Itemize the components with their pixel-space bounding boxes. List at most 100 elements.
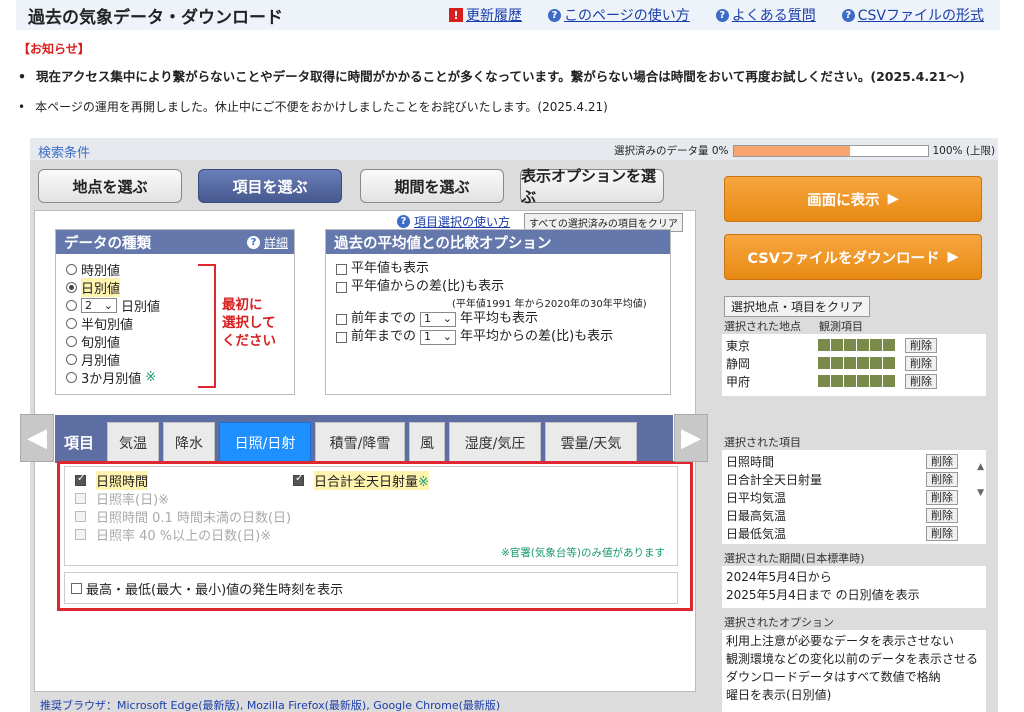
prev-diff-value: 1 xyxy=(424,330,432,343)
search-panel: 検索条件 選択済みのデータ量 0% 100% (上限) 地点を選ぶ 項目を選ぶ … xyxy=(20,138,998,712)
element-icon xyxy=(883,357,895,369)
clear-selection-button[interactable]: 選択地点・項目をクリア xyxy=(724,296,871,317)
element-icon xyxy=(844,375,856,387)
update-history-text[interactable]: 更新履歴 xyxy=(466,5,522,25)
item-usage-link[interactable]: ? 項目選択の使い方 xyxy=(397,213,510,230)
item-sunshine-duration[interactable]: 日照時間 xyxy=(75,470,149,490)
radio-half-decade[interactable] xyxy=(66,317,77,329)
element-icons xyxy=(818,375,895,387)
option-normal-diff[interactable]: 平年値からの差(比)も表示 xyxy=(336,278,647,296)
option-daily-label: 日別値 xyxy=(81,277,121,297)
element-icon xyxy=(883,375,895,387)
scroll-left-arrow[interactable]: ◀ xyxy=(20,414,54,462)
option-hourly[interactable]: 時別値 xyxy=(66,260,160,279)
option-prev-average[interactable]: 前年までの 1 ⌄ 年平均も表示 xyxy=(336,310,647,328)
radio-decade[interactable] xyxy=(66,335,77,347)
delete-button[interactable]: 削除 xyxy=(905,373,937,389)
stations-label: 選択された地点 xyxy=(724,320,801,333)
option-n-daily[interactable]: 2 ⌄ 日別値 xyxy=(66,296,160,315)
selected-item-name: 日最高気温 xyxy=(726,508,787,523)
delete-button[interactable]: 削除 xyxy=(905,355,937,371)
delete-button[interactable]: 削除 xyxy=(926,489,958,505)
checkbox-normal-diff[interactable] xyxy=(336,281,347,293)
option-monthly[interactable]: 月別値 xyxy=(66,350,160,369)
tab-select-period[interactable]: 期間を選ぶ xyxy=(360,169,504,203)
delete-button[interactable]: 削除 xyxy=(926,453,958,469)
data-amount: 選択済みのデータ量 0% 100% (上限) xyxy=(614,143,995,158)
csv-format-text[interactable]: CSVファイルの形式 xyxy=(858,5,984,25)
selected-items-label: 選択された項目 xyxy=(724,436,801,449)
faq-link[interactable]: ? よくある質問 xyxy=(715,5,816,25)
play-icon: ▶ xyxy=(947,249,959,265)
delete-button[interactable]: 削除 xyxy=(926,507,958,523)
checkbox-sunshine-duration[interactable] xyxy=(75,473,86,486)
show-on-screen-button[interactable]: 画面に表示 ▶ xyxy=(724,176,982,222)
option-normal[interactable]: 平年値も表示 xyxy=(336,260,647,278)
tab-temperature[interactable]: 気温 xyxy=(107,422,159,463)
delete-button[interactable]: 削除 xyxy=(905,337,937,353)
option-decade[interactable]: 旬別値 xyxy=(66,332,160,351)
tab-select-station[interactable]: 地点を選ぶ xyxy=(38,169,182,203)
n-daily-select-value: 2 xyxy=(85,298,92,312)
time-option-row[interactable]: 最高・最低(最大・最小)値の発生時刻を表示 xyxy=(64,572,678,604)
faq-text[interactable]: よくある質問 xyxy=(732,5,816,25)
how-to-use-link[interactable]: ? このページの使い方 xyxy=(548,5,690,25)
selected-items-box: 日照時間 削除 日合計全天日射量 削除 日平均気温 削除 日最高気温 削除 日最低気温削… xyxy=(722,450,986,544)
checkbox-time-option[interactable] xyxy=(71,582,82,594)
prev-average-post: 年平均も表示 xyxy=(460,311,539,326)
radio-monthly[interactable] xyxy=(66,353,77,365)
selected-option: 観測環境などの変化以前のデータを表示させる xyxy=(726,652,979,666)
radio-n-daily[interactable] xyxy=(66,299,77,311)
radio-hourly[interactable] xyxy=(66,263,77,275)
option-daily[interactable]: 日別値 xyxy=(66,277,160,297)
option-prev-diff[interactable]: 前年までの 1 ⌄ 年平均からの差(比)も表示 xyxy=(336,328,647,346)
tab-wind[interactable]: 風 xyxy=(409,422,445,463)
stations-header: 選択された地点 観測項目 xyxy=(724,318,863,334)
scroll-right-arrow[interactable]: ▶ xyxy=(674,414,708,462)
element-icons xyxy=(818,357,895,369)
period-from: 2024年5月4日から xyxy=(726,570,832,584)
option-half-decade[interactable]: 半旬別値 xyxy=(66,314,160,333)
n-daily-select[interactable]: 2 ⌄ xyxy=(81,297,117,313)
data-type-detail[interactable]: ? 詳細 xyxy=(246,234,288,251)
csv-download-button[interactable]: CSVファイルをダウンロード ▶ xyxy=(724,234,982,280)
question-icon: ? xyxy=(397,215,410,228)
delete-button[interactable]: 削除 xyxy=(926,471,958,487)
data-type-detail-text[interactable]: 詳細 xyxy=(264,234,288,251)
data-amount-bar xyxy=(732,144,929,157)
option-hourly-label: 時別値 xyxy=(81,263,121,279)
selected-item-name: 日照時間 xyxy=(726,454,775,469)
tab-select-display-option[interactable]: 表示オプションを選ぶ xyxy=(520,167,664,206)
checkbox-prev-diff[interactable] xyxy=(336,331,347,343)
checkbox-sunshine-40 xyxy=(75,528,86,540)
option-3month[interactable]: 3か月別値 ※ xyxy=(66,368,160,387)
element-icon xyxy=(844,357,856,369)
selected-item-row: 日平均気温 削除 xyxy=(726,488,982,506)
data-type-box: データの種類 ? 詳細 時別値 日別値 2 ⌄ 日別値 半旬別値 旬別値 月別値 3か… xyxy=(55,229,295,395)
update-history-link[interactable]: ! 更新履歴 xyxy=(449,5,522,25)
csv-download-label: CSVファイルをダウンロード xyxy=(747,250,940,267)
tab-snow[interactable]: 積雪/降雪 xyxy=(315,422,405,463)
tab-precipitation[interactable]: 降水 xyxy=(163,422,215,463)
tab-cloud[interactable]: 雲量/天気 xyxy=(545,422,637,463)
search-conditions-title: 検索条件 xyxy=(38,146,91,161)
prev-diff-select[interactable]: 1 ⌄ xyxy=(420,329,457,345)
how-to-use-text[interactable]: このページの使い方 xyxy=(564,5,690,25)
prev-average-select[interactable]: 1 ⌄ xyxy=(420,311,457,327)
checkbox-normal[interactable] xyxy=(336,263,347,275)
question-icon: ? xyxy=(548,8,562,22)
items-scrollbar[interactable]: ▲ ▼ xyxy=(977,454,984,506)
tab-select-item[interactable]: 項目を選ぶ xyxy=(198,169,342,203)
checkbox-solar-radiation[interactable] xyxy=(293,473,304,486)
item-usage-text[interactable]: 項目選択の使い方 xyxy=(414,213,510,230)
radio-daily[interactable] xyxy=(66,281,77,293)
item-solar-radiation[interactable]: 日合計全天日射量※ xyxy=(293,470,429,490)
radio-3month[interactable] xyxy=(66,371,77,383)
delete-button[interactable]: 削除 xyxy=(926,525,958,541)
csv-format-link[interactable]: ? CSVファイルの形式 xyxy=(841,5,984,25)
station-row: 甲府 削除 xyxy=(726,372,982,390)
tab-humidity[interactable]: 湿度/気圧 xyxy=(449,422,541,463)
element-icon xyxy=(870,357,882,369)
tab-sunshine[interactable]: 日照/日射 xyxy=(219,422,311,463)
checkbox-prev-average[interactable] xyxy=(336,313,347,325)
